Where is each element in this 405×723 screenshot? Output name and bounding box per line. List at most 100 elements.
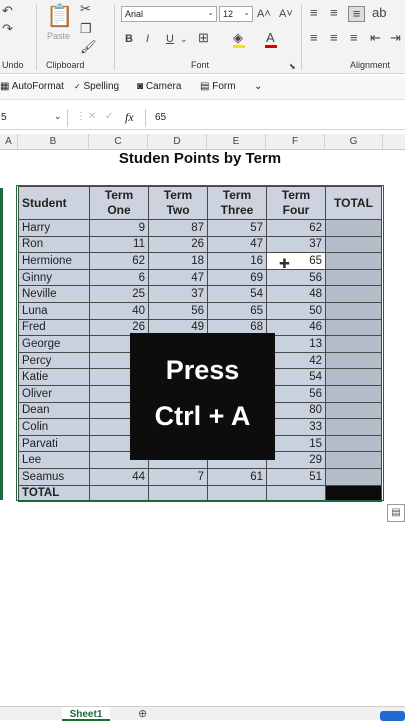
total-cell[interactable] [325,418,382,436]
term-three-cell[interactable]: 47 [207,235,267,254]
sheet-title[interactable]: Studen Points by Term [60,150,340,172]
student-name-cell[interactable]: Hermione [18,252,90,270]
student-name-cell[interactable]: Ron [18,235,90,254]
term-two-cell[interactable]: 37 [148,285,208,303]
name-box[interactable]: 5 ⌄ [0,109,68,127]
total-cell[interactable] [325,268,382,287]
student-name-cell[interactable]: Lee [18,451,90,469]
insert-function-icon[interactable]: fx [125,110,134,125]
total-cell[interactable] [325,252,382,270]
term-two-cell[interactable]: 7 [148,467,208,486]
term-one-cell[interactable]: 9 [89,219,149,237]
align-right-icon[interactable]: ≡ [350,31,358,45]
term-four-cell[interactable]: 46 [266,318,326,337]
dialog-launcher-icon[interactable]: ⬊ [289,60,296,74]
student-name-cell[interactable]: Percy [18,351,90,370]
term-four-cell[interactable]: 13 [266,335,326,353]
bold-button[interactable]: B [125,32,133,46]
term-one-cell[interactable]: 40 [89,301,149,320]
column-header-b[interactable]: B [18,134,89,150]
term-four-cell[interactable]: 15 [266,434,326,453]
term-three-cell[interactable]: 65 [207,301,267,320]
student-name-cell[interactable]: Parvati [18,434,90,453]
total-cell[interactable] [325,434,382,453]
format-painter-icon[interactable]: 🖌 [80,40,97,54]
column-header-d[interactable]: D [148,134,207,150]
header-term-three[interactable]: Term Three [207,186,267,220]
student-name-cell[interactable]: Colin [18,418,90,436]
font-color-icon[interactable]: A [266,31,275,45]
column-header-g[interactable]: G [325,134,383,150]
term-four-cell[interactable]: 42 [266,351,326,370]
term-total-cell[interactable] [89,484,149,503]
total-cell[interactable] [325,301,382,320]
fill-color-icon[interactable]: ◈ [233,31,243,45]
total-cell[interactable] [325,451,382,469]
quick-analysis-icon[interactable]: ▤ [387,504,405,522]
student-name-cell[interactable]: Luna [18,301,90,320]
student-name-cell[interactable]: George [18,335,90,353]
student-name-cell[interactable]: Ginny [18,268,90,287]
total-cell[interactable] [325,368,382,386]
student-name-cell[interactable]: Neville [18,285,90,303]
student-name-cell[interactable]: Seamus [18,467,90,486]
cancel-icon[interactable]: ✕ [88,111,96,122]
term-one-cell[interactable]: 62 [89,252,149,270]
align-top-icon[interactable]: ≡ [310,6,318,20]
decrease-font-icon[interactable]: A˅ [279,7,293,21]
undo-icon[interactable]: ↶ [2,4,13,18]
align-center-icon[interactable]: ≡ [330,31,338,45]
student-name-cell[interactable]: Fred [18,318,90,337]
grand-total-cell[interactable] [325,484,382,503]
total-cell[interactable] [325,318,382,337]
total-cell[interactable] [325,285,382,303]
term-four-cell[interactable]: 48 [266,285,326,303]
chevron-down-icon[interactable]: ⌄ [54,111,62,122]
term-three-cell[interactable]: 54 [207,285,267,303]
term-total-cell[interactable] [207,484,267,503]
total-cell[interactable] [325,401,382,420]
total-cell[interactable] [325,335,382,353]
borders-icon[interactable]: ⊞ [198,31,209,45]
align-bottom-icon[interactable]: ≡ [348,6,365,22]
header-total[interactable]: TOTAL [325,186,382,220]
student-name-cell[interactable]: Dean [18,401,90,420]
term-one-cell[interactable]: 25 [89,285,149,303]
term-three-cell[interactable]: 61 [207,467,267,486]
term-four-cell[interactable]: 54 [266,368,326,386]
sheet-tab-sheet1[interactable]: Sheet1 [62,707,110,721]
term-four-cell[interactable]: 37 [266,235,326,254]
autoformat-button[interactable]: ▦ AutoFormat [0,81,64,92]
student-name-cell[interactable]: Katie [18,368,90,386]
increase-font-icon[interactable]: A˄ [257,7,271,21]
term-three-cell[interactable]: 69 [207,268,267,287]
increase-indent-icon[interactable]: ⇥ [390,31,401,45]
term-four-cell[interactable]: 33 [266,418,326,436]
term-one-cell[interactable]: 6 [89,268,149,287]
term-one-cell[interactable]: 44 [89,467,149,486]
paste-icon[interactable]: 📋 [46,4,73,28]
term-four-cell[interactable]: 80 [266,401,326,420]
column-header-e[interactable]: E [207,134,266,150]
italic-button[interactable]: I [146,32,149,46]
term-total-cell[interactable] [148,484,208,503]
term-four-cell[interactable]: 56 [266,268,326,287]
term-total-cell[interactable] [266,484,326,503]
copy-icon[interactable]: ❐ [80,22,92,36]
term-four-cell[interactable]: 29 [266,451,326,469]
term-four-cell[interactable]: 56 [266,384,326,403]
total-cell[interactable] [325,384,382,403]
term-three-cell[interactable]: 16 [207,252,267,270]
term-two-cell[interactable]: 47 [148,268,208,287]
cut-icon[interactable]: ✂ [80,2,91,16]
align-middle-icon[interactable]: ≡ [330,6,338,20]
add-sheet-icon[interactable]: ⊕ [138,707,147,720]
term-two-cell[interactable]: 87 [148,219,208,237]
header-student[interactable]: Student [18,186,90,220]
formula-input[interactable]: 65 [155,112,166,123]
total-cell[interactable] [325,219,382,237]
header-term-two[interactable]: Term Two [148,186,208,220]
column-header-c[interactable]: C [89,134,148,150]
term-three-cell[interactable]: 57 [207,219,267,237]
term-four-cell[interactable]: 50 [266,301,326,320]
